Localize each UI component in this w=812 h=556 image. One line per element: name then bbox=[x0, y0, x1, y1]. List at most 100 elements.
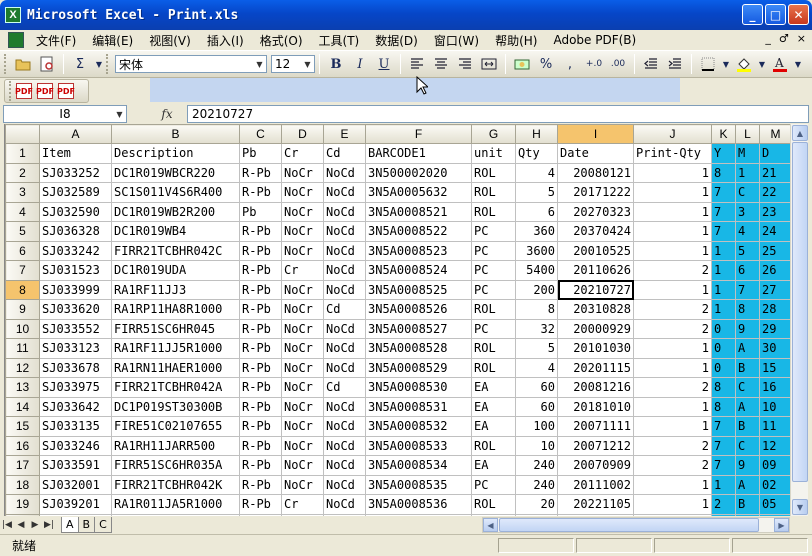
cell[interactable]: SJ031523 bbox=[39, 260, 112, 281]
cell[interactable]: 3N5A0008533 bbox=[365, 435, 472, 456]
cell[interactable]: NoCr bbox=[281, 338, 324, 359]
cell[interactable]: NoCd bbox=[323, 279, 366, 300]
cell[interactable]: 3N5A0008528 bbox=[365, 338, 472, 359]
cell[interactable]: 3N5A0008535 bbox=[365, 474, 472, 495]
cell[interactable]: NoCd bbox=[323, 435, 366, 456]
align-left-icon[interactable] bbox=[406, 53, 428, 75]
cell[interactable]: 1 bbox=[633, 416, 712, 437]
cell[interactable]: 3N5A0008521 bbox=[365, 201, 472, 222]
cell[interactable]: 200 bbox=[515, 279, 558, 300]
column-header[interactable]: K bbox=[711, 124, 736, 144]
cell[interactable]: 22 bbox=[759, 182, 790, 203]
cell[interactable]: 11 bbox=[759, 416, 790, 437]
cell[interactable]: 20080121 bbox=[557, 162, 634, 183]
cell[interactable]: R-Pb bbox=[239, 377, 282, 398]
chevron-down-icon[interactable]: ▼ bbox=[253, 56, 266, 72]
row-header[interactable]: 19 bbox=[5, 494, 40, 515]
cell[interactable]: NoCr bbox=[281, 396, 324, 417]
toolbar-grip[interactable] bbox=[4, 54, 7, 74]
cell[interactable]: SJ033552 bbox=[39, 318, 112, 339]
cell[interactable]: Y bbox=[711, 143, 736, 164]
cell[interactable]: NoCd bbox=[323, 338, 366, 359]
cell[interactable]: 1 bbox=[633, 357, 712, 378]
cell[interactable]: NoCd bbox=[323, 318, 366, 339]
cell[interactable]: 1 bbox=[633, 338, 712, 359]
doc-minimize-button[interactable]: _ bbox=[765, 32, 771, 45]
cell[interactable]: Print-Qty bbox=[633, 143, 712, 164]
font-color-icon[interactable]: A bbox=[769, 53, 791, 75]
cell[interactable]: EA bbox=[471, 455, 516, 476]
autosum-dropdown-icon[interactable]: ▼ bbox=[93, 53, 105, 75]
row-header[interactable]: 8 bbox=[5, 279, 40, 300]
cell[interactable]: 3 bbox=[735, 201, 760, 222]
column-header[interactable]: B bbox=[111, 124, 240, 144]
cell[interactable]: SJ033620 bbox=[39, 299, 112, 320]
cell[interactable]: FIRR21TCBHR042A bbox=[111, 377, 240, 398]
minimize-button[interactable]: _ bbox=[742, 4, 763, 25]
row-header[interactable]: 15 bbox=[5, 416, 40, 437]
cell[interactable]: 23 bbox=[759, 201, 790, 222]
formula-input[interactable]: 20210727 bbox=[187, 105, 809, 123]
cell[interactable]: R-Pb bbox=[239, 162, 282, 183]
cell[interactable]: SJ032590 bbox=[39, 201, 112, 222]
cell[interactable]: 0 bbox=[711, 318, 736, 339]
cell[interactable]: ROL bbox=[471, 338, 516, 359]
italic-button[interactable]: I bbox=[349, 53, 371, 75]
cell[interactable]: M bbox=[735, 143, 760, 164]
vertical-scrollbar[interactable]: ▲ ▼ bbox=[790, 124, 808, 516]
cell[interactable]: A bbox=[735, 338, 760, 359]
cell[interactable]: 10 bbox=[515, 435, 558, 456]
cell[interactable]: SJ032001 bbox=[39, 474, 112, 495]
cell[interactable]: A bbox=[735, 474, 760, 495]
cell[interactable]: 1 bbox=[633, 162, 712, 183]
cell[interactable]: 8 bbox=[711, 377, 736, 398]
row-header[interactable]: 12 bbox=[5, 357, 40, 378]
cell[interactable]: SJ033642 bbox=[39, 396, 112, 417]
column-header[interactable]: A bbox=[39, 124, 112, 144]
column-header[interactable]: C bbox=[239, 124, 282, 144]
cell[interactable]: 16 bbox=[759, 377, 790, 398]
doc-restore-button[interactable]: ♂ bbox=[779, 32, 789, 45]
cell[interactable]: 15 bbox=[759, 357, 790, 378]
cell[interactable]: Pb bbox=[239, 143, 282, 164]
cell[interactable]: EA bbox=[471, 416, 516, 437]
cell[interactable]: R-Pb bbox=[239, 260, 282, 281]
cell[interactable]: NoCr bbox=[281, 455, 324, 476]
cell[interactable]: Date bbox=[557, 143, 634, 164]
cell[interactable]: DC1R019WBCR220 bbox=[111, 162, 240, 183]
cell[interactable]: 20270323 bbox=[557, 201, 634, 222]
cell[interactable]: 3N5A0008534 bbox=[365, 455, 472, 476]
cell[interactable]: 20310828 bbox=[557, 299, 634, 320]
currency-format-icon[interactable] bbox=[511, 53, 533, 75]
cell[interactable]: 3N5A0008530 bbox=[365, 377, 472, 398]
first-sheet-icon[interactable]: |◀ bbox=[0, 520, 14, 530]
cell[interactable]: NoCd bbox=[323, 494, 366, 515]
scroll-down-icon[interactable]: ▼ bbox=[792, 499, 808, 515]
cell[interactable]: NoCd bbox=[323, 474, 366, 495]
cell[interactable]: 3N5A0008523 bbox=[365, 240, 472, 261]
cell[interactable]: NoCr bbox=[281, 221, 324, 242]
cell[interactable]: 8 bbox=[735, 299, 760, 320]
cell[interactable]: NoCr bbox=[281, 357, 324, 378]
menu-item[interactable]: Adobe PDF(B) bbox=[545, 33, 644, 47]
cell[interactable]: R-Pb bbox=[239, 221, 282, 242]
cell[interactable]: Cr bbox=[281, 494, 324, 515]
font-name-select[interactable]: 宋体 ▼ bbox=[115, 55, 267, 73]
bold-button[interactable]: B bbox=[325, 53, 347, 75]
autosum-button[interactable]: Σ bbox=[69, 53, 91, 75]
column-header[interactable]: L bbox=[735, 124, 760, 144]
cell[interactable]: Pb bbox=[239, 201, 282, 222]
convert-and-email-pdf-icon[interactable]: PDF bbox=[36, 83, 54, 99]
cell[interactable]: DC1R019WB2R200 bbox=[111, 201, 240, 222]
cell[interactable]: R-Pb bbox=[239, 474, 282, 495]
scroll-left-icon[interactable]: ◀ bbox=[483, 518, 498, 532]
cell[interactable]: 60 bbox=[515, 396, 558, 417]
cell[interactable]: NoCd bbox=[323, 260, 366, 281]
chevron-down-icon[interactable]: ▼ bbox=[301, 56, 314, 72]
column-header[interactable]: J bbox=[633, 124, 712, 144]
cell[interactable]: R-Pb bbox=[239, 357, 282, 378]
cell[interactable]: R-Pb bbox=[239, 182, 282, 203]
toolbar-grip[interactable] bbox=[106, 54, 109, 74]
cell[interactable]: ROL bbox=[471, 201, 516, 222]
cell[interactable]: C bbox=[735, 377, 760, 398]
